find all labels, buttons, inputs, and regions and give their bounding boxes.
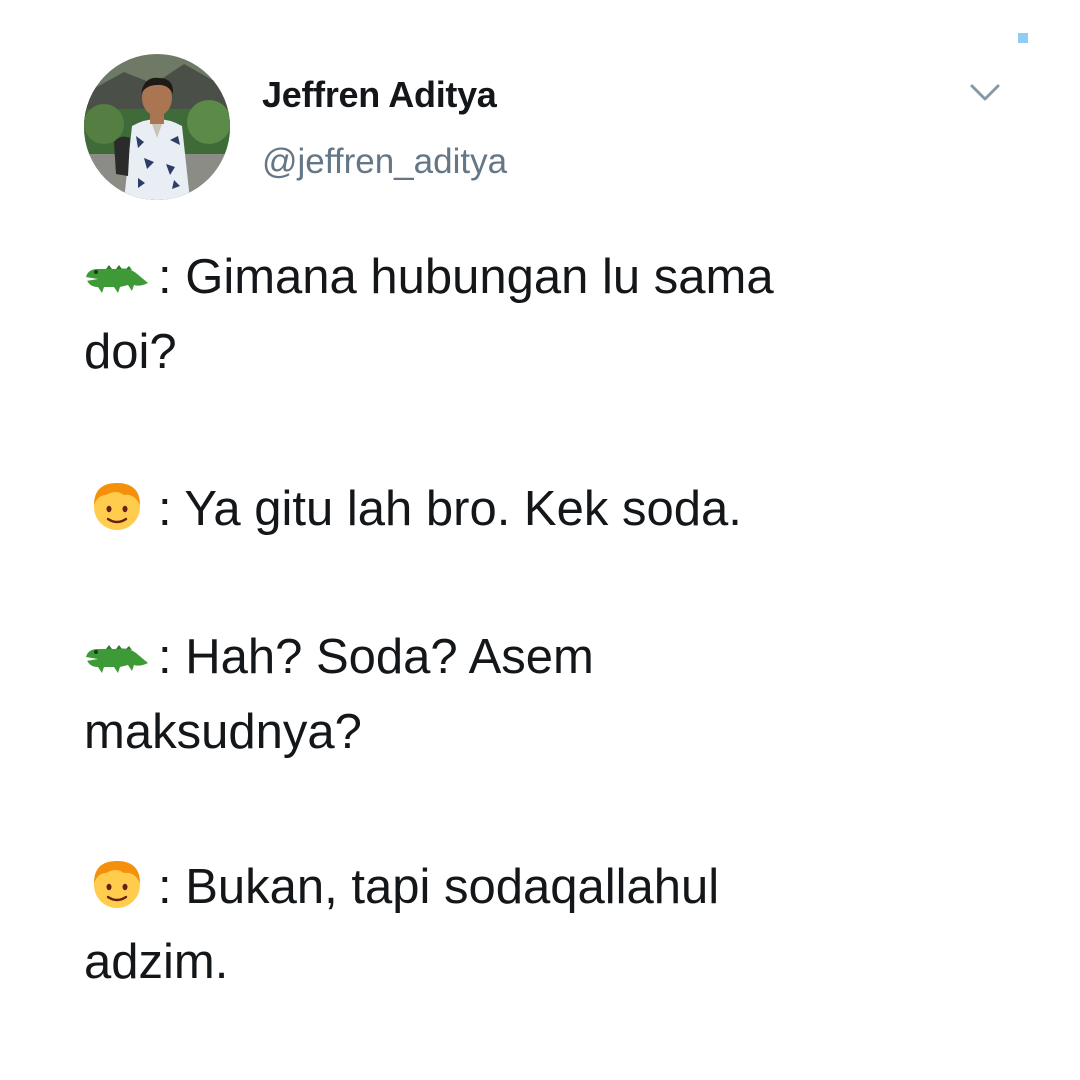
chat-line-text: : Ya gitu lah bro. Kek soda. xyxy=(158,482,742,536)
chat-line-1: : Gimana hubungan lu sama doi? xyxy=(84,240,964,390)
chat-line-continuation: doi? xyxy=(84,325,177,379)
top-marker xyxy=(1018,33,1028,43)
chat-line-continuation: maksudnya? xyxy=(84,705,362,759)
profile-photo-icon xyxy=(84,54,230,200)
display-name[interactable]: Jeffren Aditya xyxy=(262,74,497,116)
chevron-down-icon xyxy=(970,84,1000,101)
chat-line-text: : Hah? Soda? Asem xyxy=(158,630,594,684)
chat-line-4: : Bukan, tapi sodaqallahul adzim. xyxy=(84,850,964,1000)
chat-line-continuation: adzim. xyxy=(84,935,229,989)
chat-line-text: : Gimana hubungan lu sama xyxy=(158,250,774,304)
crocodile-emoji-icon xyxy=(84,247,150,299)
tweet-menu-button[interactable] xyxy=(966,80,1004,106)
user-handle[interactable]: @jeffren_aditya xyxy=(262,142,507,182)
boy-emoji-icon xyxy=(84,479,150,531)
boy-emoji-icon xyxy=(84,857,150,909)
chat-line-3: : Hah? Soda? Asem maksudnya? xyxy=(84,620,964,770)
avatar[interactable] xyxy=(84,54,230,200)
chat-line-2: : Ya gitu lah bro. Kek soda. xyxy=(84,472,964,547)
crocodile-emoji-icon xyxy=(84,627,150,679)
tweet-card: Jeffren Aditya @jeffren_aditya : Gimana … xyxy=(0,0,1080,1080)
chat-line-text: : Bukan, tapi sodaqallahul xyxy=(158,860,720,914)
